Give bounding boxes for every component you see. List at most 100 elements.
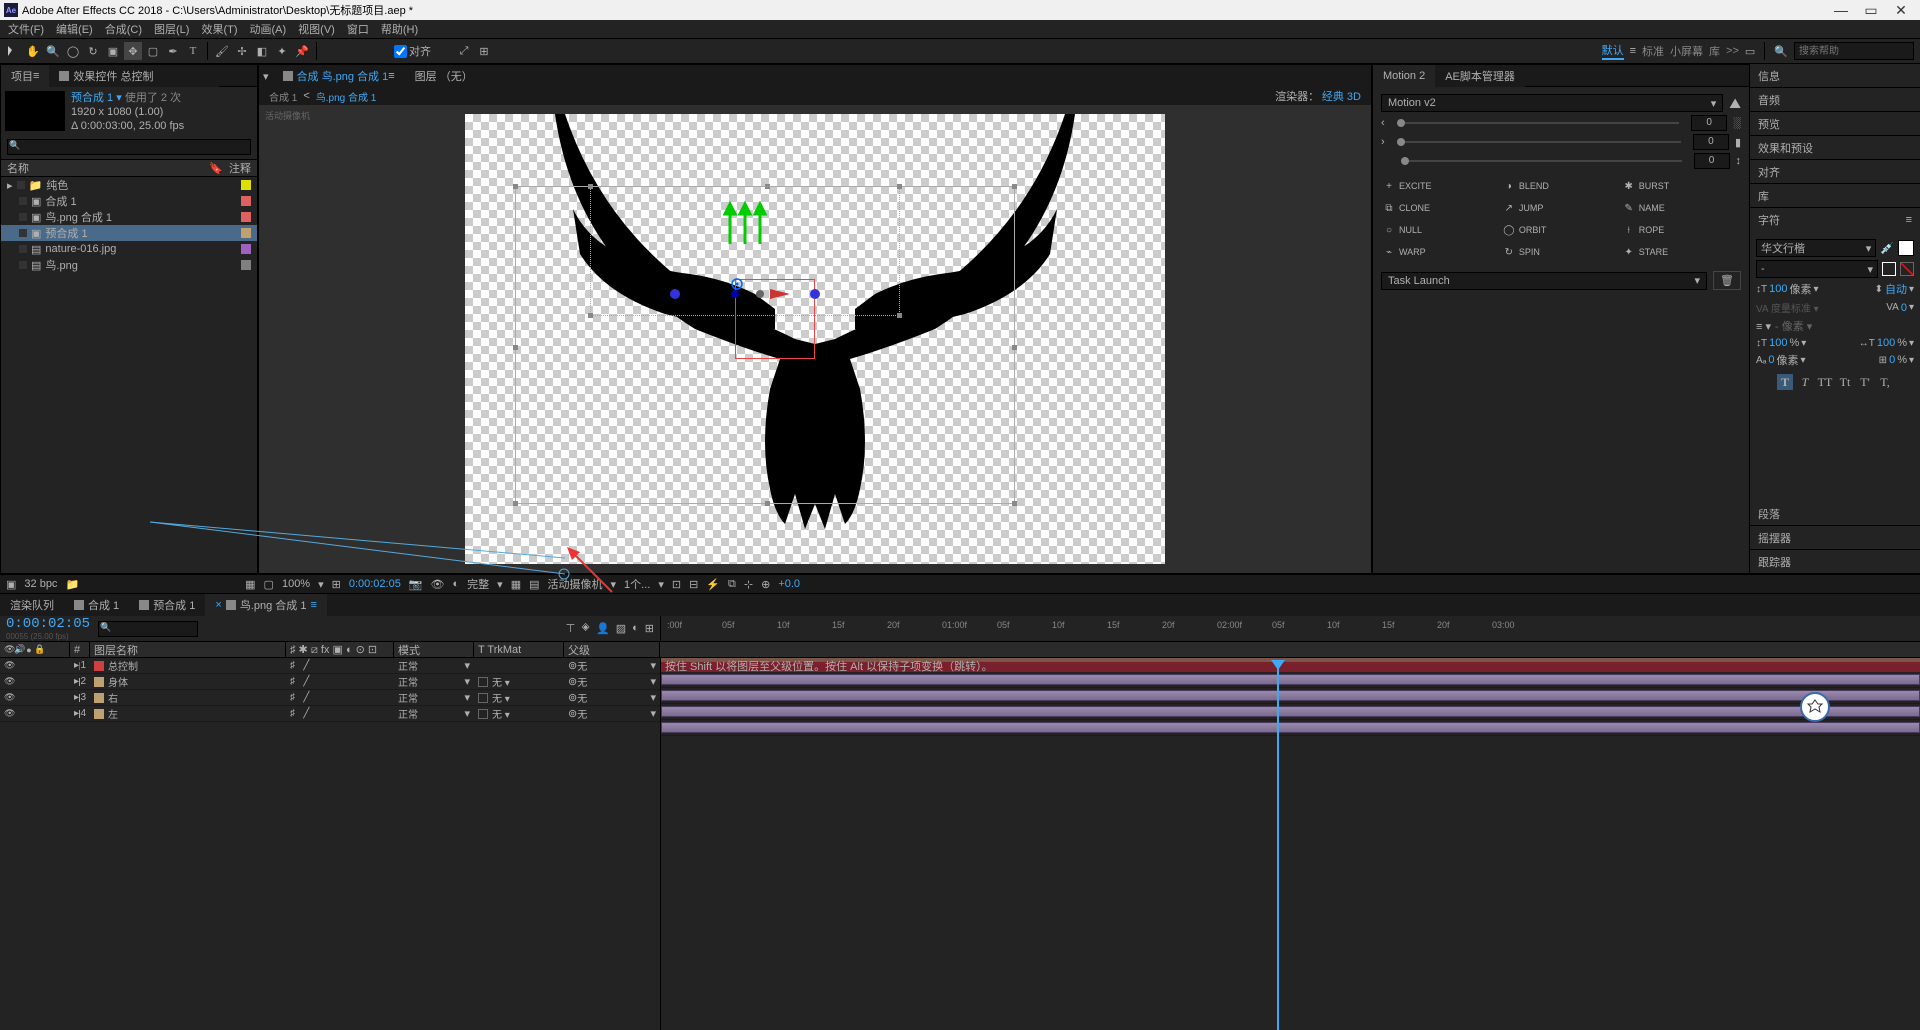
pickwhip-icon[interactable]: ⊚: [568, 691, 577, 704]
comp-viewer[interactable]: 活动摄像机: [259, 105, 1371, 573]
motion-stare-button[interactable]: ✦STARE: [1621, 241, 1741, 263]
rect-tool-icon[interactable]: ▢: [144, 42, 162, 60]
frame-blend-icon[interactable]: ▨: [616, 622, 626, 635]
hide-shy-icon[interactable]: 👤: [596, 622, 610, 635]
timeline-icon[interactable]: ⧉: [728, 578, 736, 591]
clone-tool-icon[interactable]: ✢: [233, 42, 251, 60]
workspace-more[interactable]: >>: [1726, 45, 1739, 57]
menu-file[interactable]: 文件(F): [2, 21, 50, 37]
hscale-field[interactable]: ↔T 100 % ▾: [1859, 337, 1914, 349]
layer-tab[interactable]: 图层 （无）: [405, 65, 483, 87]
x-axis-markers[interactable]: [660, 284, 840, 304]
panel-preview[interactable]: 预览: [1750, 112, 1920, 136]
project-item-comp[interactable]: ▣鸟.png 合成 1: [1, 209, 257, 225]
flow-toggle-icon[interactable]: ▾: [259, 70, 273, 83]
bold-button[interactable]: T: [1777, 374, 1793, 390]
guide-icon[interactable]: ▤: [529, 578, 539, 591]
menu-view[interactable]: 视图(V): [292, 21, 341, 37]
interpret-footage-icon[interactable]: ▣: [6, 578, 16, 591]
motion-jump-button[interactable]: ↗JUMP: [1501, 197, 1621, 219]
resolution-icon[interactable]: ⊞: [332, 578, 341, 591]
close-button[interactable]: ✕: [1886, 2, 1916, 19]
stroke-options-dropdown[interactable]: ≡ ▾: [1756, 320, 1771, 333]
project-item-image[interactable]: ▤nature-016.jpg: [1, 241, 257, 257]
comp-tab[interactable]: 合成 鸟.png 合成 1 ≡: [273, 65, 405, 87]
vscale-field[interactable]: ↕T 100 % ▾: [1756, 337, 1806, 349]
col-trkmat[interactable]: T TrkMat: [474, 642, 564, 657]
flowchart-icon[interactable]: ⊹: [744, 578, 753, 591]
font-style-dropdown[interactable]: -▾: [1756, 260, 1878, 278]
snapshot-icon[interactable]: 📷: [409, 578, 423, 591]
show-snapshot-icon[interactable]: 👁: [431, 578, 445, 591]
task-launch-dropdown[interactable]: Task Launch▾: [1381, 272, 1707, 290]
workspace-default[interactable]: 默认: [1602, 42, 1624, 60]
panel-wiggler[interactable]: 摇摆器: [1750, 526, 1920, 550]
panel-effects-presets[interactable]: 效果和预设: [1750, 136, 1920, 160]
anchor-tool-icon[interactable]: ✥: [124, 42, 142, 60]
motion-spin-button[interactable]: ↻SPIN: [1501, 241, 1621, 263]
track-area[interactable]: 按住 Shift 以将图层至父级位置。按住 Alt 以保持子项变换（跳转）。: [660, 658, 1920, 1030]
menu-edit[interactable]: 编辑(E): [50, 21, 99, 37]
timeline-tab[interactable]: 预合成 1: [129, 594, 205, 616]
minimize-button[interactable]: —: [1826, 2, 1856, 18]
col-mode[interactable]: 模式: [394, 642, 474, 657]
motion-blur-icon[interactable]: ◐: [632, 622, 639, 635]
pickwhip-icon[interactable]: ⊚: [568, 707, 577, 720]
motion-clone-button[interactable]: ⧉CLONE: [1381, 197, 1501, 219]
timeline-tab-active[interactable]: × 鸟.png 合成 1 ≡: [205, 594, 327, 616]
camera-dropdown[interactable]: 活动摄像机: [548, 576, 603, 592]
color-mgmt-icon[interactable]: ◐: [453, 578, 460, 590]
motion-excite-button[interactable]: +EXCITE: [1381, 175, 1501, 197]
help-search-input[interactable]: [1794, 42, 1914, 60]
subscript-button[interactable]: T,: [1877, 374, 1893, 390]
snap-checkbox[interactable]: [394, 45, 407, 58]
eyedropper-icon[interactable]: 💉: [1880, 242, 1894, 255]
panel-tracker[interactable]: 跟踪器: [1750, 550, 1920, 574]
project-tab[interactable]: 项目 ≡: [1, 65, 49, 87]
motion-slider-2[interactable]: [1397, 141, 1681, 143]
project-search-input[interactable]: [7, 139, 251, 155]
camera-tool-icon[interactable]: ▣: [104, 42, 122, 60]
panel-library[interactable]: 库: [1750, 184, 1920, 208]
layer-row[interactable]: 👁▸ 2身体♯ ╱正常 ▾无 ▾⊚ 无 ▾: [0, 674, 660, 690]
layer-row[interactable]: 👁▸ 4左♯ ╱正常 ▾无 ▾⊚ 无 ▾: [0, 706, 660, 722]
motion-null-button[interactable]: ○NULL: [1381, 219, 1501, 241]
workspace-standard[interactable]: 标准: [1642, 43, 1664, 59]
col-layer-name[interactable]: 图层名称: [90, 642, 286, 657]
italic-button[interactable]: T: [1797, 374, 1813, 390]
views-dropdown[interactable]: 1个...: [624, 576, 650, 592]
orbit-tool-icon[interactable]: ◯: [64, 42, 82, 60]
motion-blend-button[interactable]: ◑BLEND: [1501, 175, 1621, 197]
maximize-button[interactable]: ▭: [1856, 2, 1886, 19]
motion-value-1[interactable]: 0: [1691, 115, 1727, 131]
hand-tool-icon[interactable]: ✋: [24, 42, 42, 60]
render-queue-tab[interactable]: 渲染队列: [0, 594, 64, 616]
panel-audio[interactable]: 音频: [1750, 88, 1920, 112]
smallcaps-button[interactable]: Tt: [1837, 374, 1853, 390]
playhead[interactable]: [1271, 658, 1285, 1030]
type-tool-icon[interactable]: T: [184, 42, 202, 60]
timeline-tab[interactable]: 合成 1: [64, 594, 129, 616]
layer-search-input[interactable]: [98, 621, 198, 637]
panel-info[interactable]: 信息: [1750, 64, 1920, 88]
menu-help[interactable]: 帮助(H): [375, 21, 424, 37]
no-stroke-icon[interactable]: [1900, 262, 1914, 276]
new-folder-icon[interactable]: 📁: [65, 578, 79, 591]
draft3d-icon[interactable]: 🞛: [581, 622, 590, 635]
project-item-folder[interactable]: ▸📁纯色: [1, 177, 257, 193]
motion-slider-3[interactable]: [1401, 160, 1682, 162]
toggle-alpha-icon[interactable]: ▦: [245, 578, 255, 591]
project-item-image[interactable]: ▤鸟.png: [1, 257, 257, 273]
panel-character[interactable]: 字符≡: [1750, 208, 1920, 232]
workspace-reset-icon[interactable]: ▭: [1745, 45, 1755, 58]
pixel-aspect-icon[interactable]: ⊟: [689, 578, 698, 591]
motion-value-3[interactable]: 0: [1694, 153, 1730, 169]
home-tool-icon[interactable]: [4, 42, 22, 60]
breadcrumb-active[interactable]: 鸟.png 合成 1: [316, 89, 377, 104]
snap-center-icon[interactable]: ⊞: [475, 42, 493, 60]
zoom-tool-icon[interactable]: 🔍: [44, 42, 62, 60]
roto-tool-icon[interactable]: ✦: [273, 42, 291, 60]
brush-tool-icon[interactable]: 🖌: [213, 42, 231, 60]
col-note-header[interactable]: 注释: [229, 160, 251, 176]
fast-preview-icon[interactable]: ⚡: [706, 578, 720, 591]
